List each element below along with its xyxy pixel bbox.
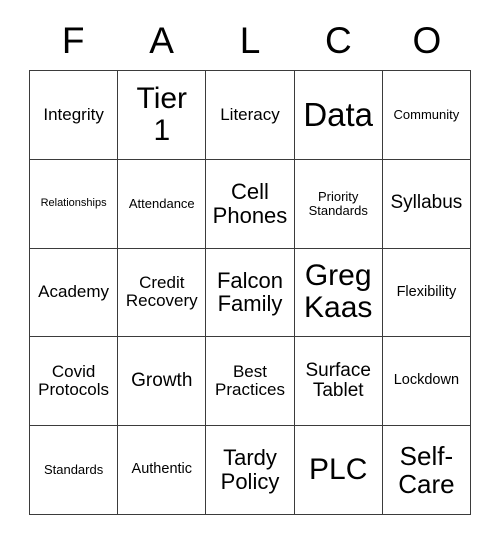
bingo-cell[interactable]: Self- Care xyxy=(382,426,471,515)
bingo-card: F A L C O Integrity Tier 1 Literacy Data Communi… xyxy=(0,0,500,544)
bingo-cell[interactable]: Priority Standards xyxy=(294,159,383,249)
bingo-header-letter-2: L xyxy=(239,19,261,61)
bingo-cell[interactable]: Syllabus xyxy=(382,159,471,249)
bingo-cell[interactable]: Data xyxy=(294,71,383,160)
bingo-cell[interactable]: Academy xyxy=(30,248,119,338)
bingo-cell[interactable]: PLC xyxy=(294,426,383,515)
bingo-cell[interactable]: Credit Recovery xyxy=(118,248,207,338)
bingo-cell[interactable]: Growth xyxy=(118,337,207,427)
bingo-cell[interactable]: Relationships xyxy=(30,159,119,249)
bingo-cell-label: Flexibility xyxy=(396,283,457,300)
bingo-cell-label: Credit Recovery xyxy=(125,273,198,311)
bingo-cell-label: Data xyxy=(303,96,374,134)
bingo-cell-label: Community xyxy=(393,106,460,122)
bingo-cell-label: Relationships xyxy=(40,196,107,209)
bingo-cell[interactable]: Best Practices xyxy=(206,337,295,427)
bingo-cell-label: Self- Care xyxy=(398,441,455,500)
bingo-grid: Integrity Tier 1 Literacy Data Community Rela… xyxy=(29,70,471,515)
bingo-cell[interactable]: Flexibility xyxy=(382,248,471,338)
bingo-header-letter-1: A xyxy=(149,19,174,61)
bingo-cell[interactable]: Integrity xyxy=(30,71,119,160)
bingo-cell[interactable]: Surface Tablet xyxy=(294,337,383,427)
bingo-cell[interactable]: Community xyxy=(382,71,471,160)
bingo-cell-label: Integrity xyxy=(43,104,104,124)
bingo-cell-label: Greg Kaas xyxy=(304,259,373,325)
bingo-cell[interactable]: Attendance xyxy=(118,159,207,249)
bingo-cell-label: Academy xyxy=(38,282,110,302)
bingo-cell[interactable]: Cell Phones xyxy=(206,159,295,249)
bingo-header-letter-0: F xyxy=(61,19,85,61)
bingo-cell[interactable]: Tier 1 xyxy=(118,71,207,160)
bingo-header-row: FALCO xyxy=(29,14,471,66)
bingo-cell-label: Tardy Policy xyxy=(220,445,280,495)
bingo-cell[interactable]: Authentic xyxy=(118,426,207,515)
bingo-cell-label: Falcon Family xyxy=(216,267,284,317)
bingo-cell-label: Syllabus xyxy=(390,192,463,214)
bingo-cell[interactable]: Covid Protocols xyxy=(30,337,119,427)
bingo-cell[interactable]: Lockdown xyxy=(382,337,471,427)
bingo-cell-label: Surface Tablet xyxy=(305,359,371,402)
bingo-cell-label: Best Practices xyxy=(215,361,285,400)
bingo-cell-label: Covid Protocols xyxy=(38,361,110,400)
bingo-cell-label: Growth xyxy=(131,370,193,392)
bingo-cell-label: Attendance xyxy=(128,195,195,211)
bingo-cell-label: Priority Standards xyxy=(308,188,368,218)
bingo-cell-label: Cell Phones xyxy=(212,178,288,228)
bingo-cell[interactable]: Tardy Policy xyxy=(206,426,295,515)
bingo-cell[interactable]: Greg Kaas xyxy=(294,248,383,338)
bingo-header-letter-4: O xyxy=(412,19,442,61)
bingo-cell[interactable]: Standards xyxy=(30,426,119,515)
bingo-cell[interactable]: Falcon Family xyxy=(206,248,295,338)
bingo-cell-label: Tier 1 xyxy=(136,81,188,147)
bingo-cell[interactable]: Literacy xyxy=(206,71,295,160)
bingo-cell-label: Lockdown xyxy=(393,372,460,389)
bingo-cell-label: PLC xyxy=(309,452,368,486)
bingo-cell-label: Authentic xyxy=(131,461,193,478)
bingo-cell-label: Standards xyxy=(43,462,104,478)
bingo-cell-label: Literacy xyxy=(220,104,280,124)
bingo-header-letter-3: C xyxy=(325,19,352,61)
